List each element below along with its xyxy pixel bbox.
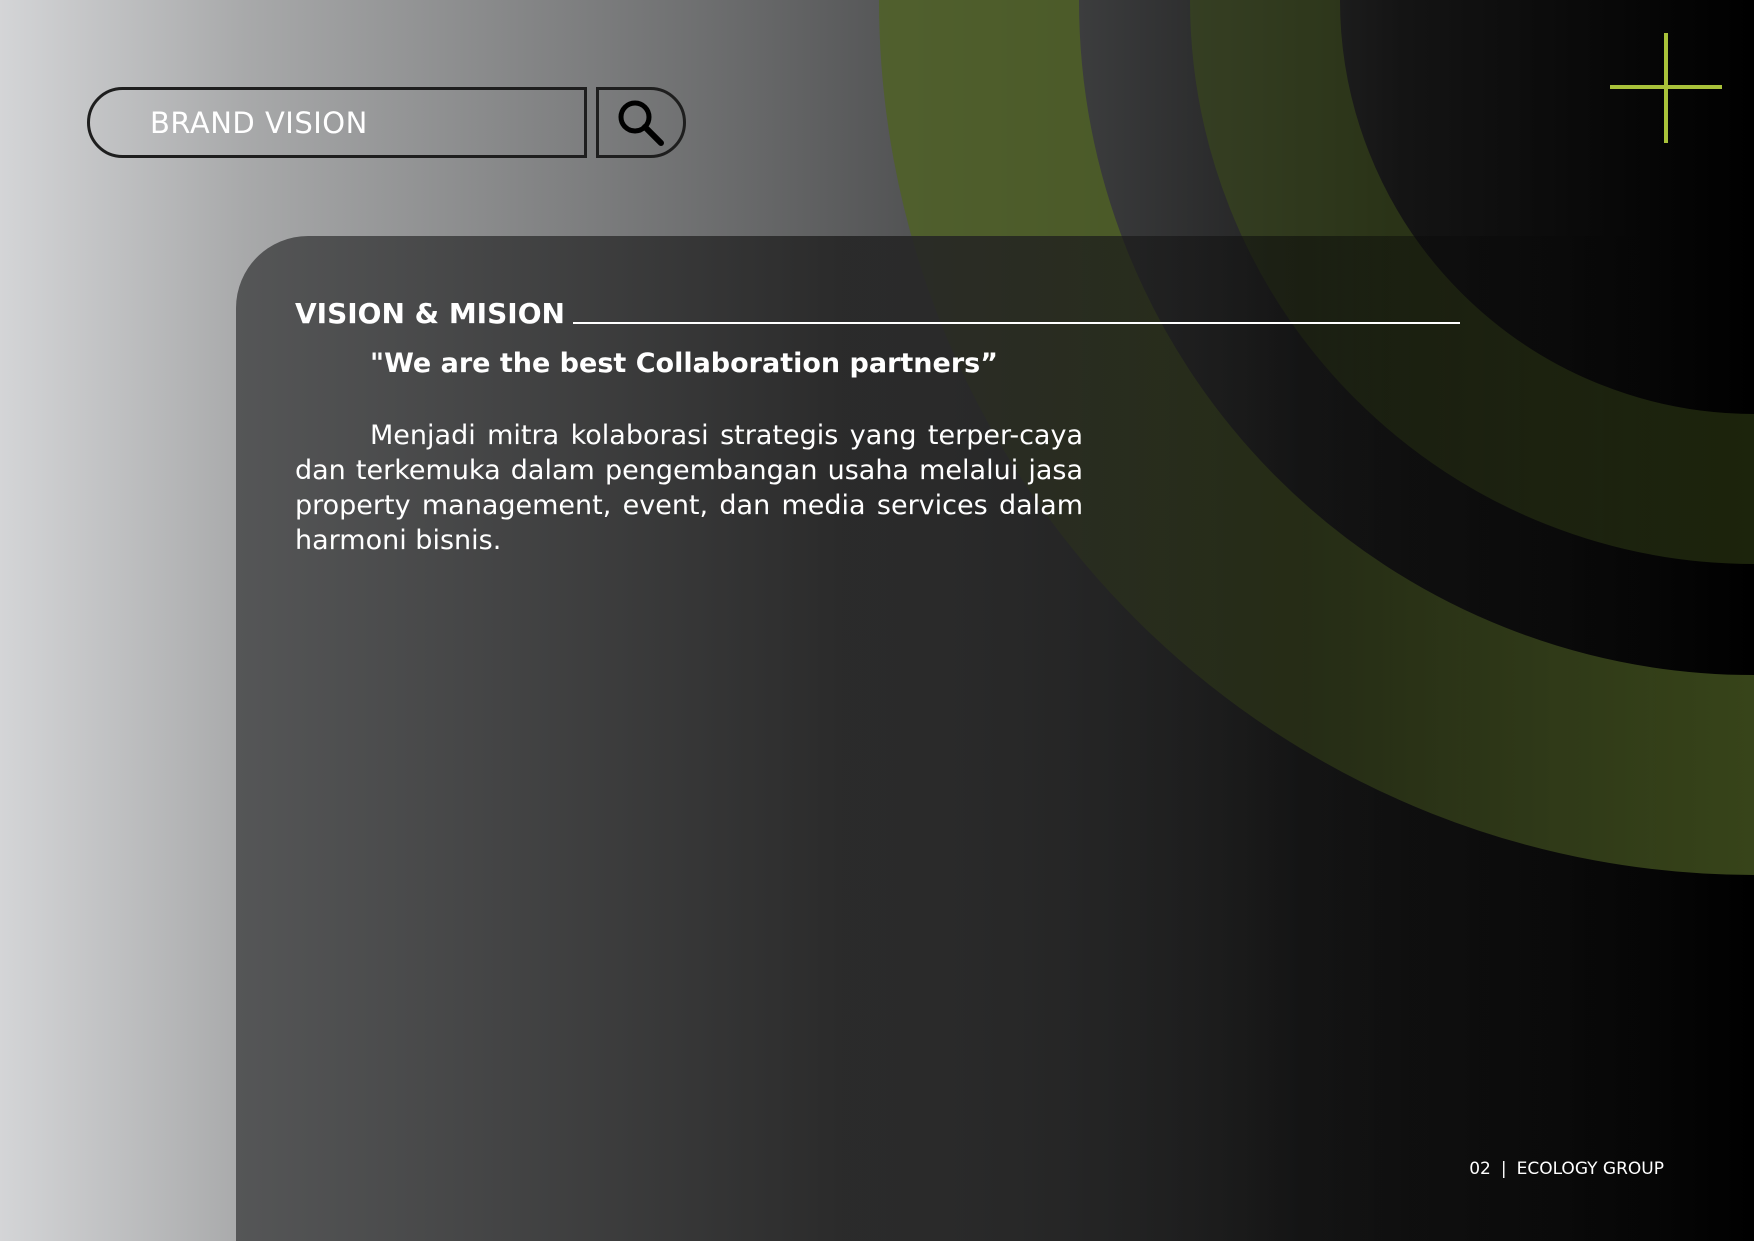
plus-icon: [1610, 33, 1722, 143]
vision-section: VISION & MISION "We are the best Collabo…: [295, 296, 1460, 558]
vision-quote: "We are the best Collaboration partners”: [370, 348, 998, 379]
brand-search-bar[interactable]: BRAND VISION: [87, 87, 686, 158]
search-icon: [618, 100, 664, 146]
company-name: ECOLOGY GROUP: [1516, 1159, 1664, 1179]
search-button[interactable]: [596, 87, 686, 158]
page-number: 02: [1469, 1159, 1491, 1179]
section-heading: VISION & MISION: [295, 297, 565, 330]
page-footer: 02 | ECOLOGY GROUP: [1469, 1159, 1664, 1179]
vision-body: Menjadi mitra kolaborasi strategis yang …: [295, 420, 1083, 556]
footer-separator: |: [1500, 1159, 1507, 1179]
search-input[interactable]: BRAND VISION: [87, 87, 587, 158]
heading-divider: [572, 322, 1460, 324]
search-input-label: BRAND VISION: [150, 105, 368, 140]
section-heading-row: VISION & MISION: [295, 296, 1460, 332]
